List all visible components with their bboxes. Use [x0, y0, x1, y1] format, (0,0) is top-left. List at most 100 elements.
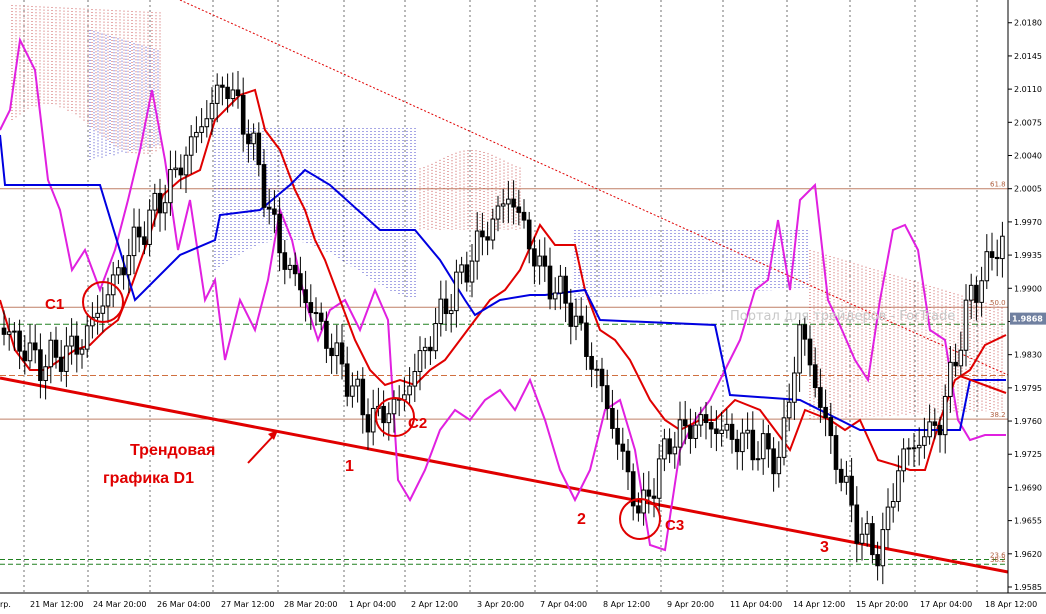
chart-canvas: 61.850.038.223.638.2 C1C2C3123Трендоваяг…: [0, 0, 1046, 609]
x-tick-label: 28 Mar 20:00: [284, 600, 337, 609]
y-tick-label: 2.0110: [1014, 85, 1042, 94]
candle-body: [615, 427, 620, 445]
candle-body: [64, 345, 69, 372]
candle-body: [542, 255, 548, 267]
candle-body: [937, 424, 943, 436]
wave-3-label: 3: [820, 539, 829, 556]
candle-body: [786, 401, 792, 419]
candle-body: [428, 346, 433, 352]
candle-body: [922, 436, 927, 446]
candle-body: [277, 213, 282, 254]
current-price-label: 1.9868: [1012, 315, 1043, 324]
candle-body: [298, 273, 303, 291]
candle-body: [365, 414, 371, 433]
candle-body: [391, 398, 397, 415]
x-tick-label: 2 Apr 12:00: [411, 600, 458, 609]
candle-body: [948, 361, 953, 397]
candle-body: [173, 167, 178, 171]
fib-level-label: 61.8: [990, 181, 1006, 189]
wave-2-label: 2: [577, 511, 586, 528]
candle-body: [448, 310, 454, 315]
candle-body: [17, 330, 22, 352]
candle-body: [22, 350, 28, 362]
candle-body: [698, 414, 704, 426]
candle-body: [672, 446, 678, 455]
candle-body: [308, 302, 314, 314]
candle-body: [490, 218, 496, 241]
x-tick-label: 9 Apr 20:00: [667, 600, 714, 609]
candle-body: [620, 443, 626, 452]
candle-body: [225, 86, 230, 100]
candle-body: [407, 385, 412, 396]
candle-body: [126, 255, 132, 276]
candle-body: [282, 252, 288, 270]
candle-body: [214, 84, 220, 104]
candle-body: [563, 275, 568, 304]
x-tick-label: 14 Apr 12:00: [793, 600, 845, 609]
candle-body: [230, 89, 236, 100]
candle-body: [84, 325, 90, 350]
y-tick-label: 1.9795: [1014, 384, 1042, 393]
candle-body: [662, 438, 667, 460]
candle-body: [360, 378, 366, 416]
trend-caption-line2: графика D1: [103, 470, 194, 487]
candle-body: [1000, 235, 1005, 260]
candle-body: [833, 435, 839, 470]
candle-body: [646, 489, 652, 497]
candle-body: [100, 305, 106, 314]
candle-body: [927, 421, 932, 438]
c1-label: C1: [45, 296, 64, 313]
y-tick-label: 1.9900: [1014, 284, 1042, 293]
candle-body: [625, 450, 631, 473]
candle-body: [355, 378, 360, 387]
candle-body: [261, 164, 267, 208]
candle-body: [994, 256, 1000, 260]
candle-body: [58, 356, 64, 372]
y-tick-label: 2.0040: [1014, 152, 1042, 161]
candle-body: [729, 423, 735, 440]
candle-body: [370, 407, 376, 433]
candle-body: [183, 154, 189, 176]
candle-body: [38, 349, 43, 382]
candle-body: [885, 506, 891, 531]
candle-body: [854, 504, 860, 544]
y-tick-label: 1.9760: [1014, 417, 1042, 426]
candle-body: [552, 292, 558, 300]
candle-body: [812, 364, 818, 389]
x-tick-label: 3 Apr 20:00: [477, 600, 524, 609]
candle-body: [568, 302, 574, 327]
candle-body: [740, 432, 745, 453]
candle-body: [412, 371, 418, 387]
candle-body: [750, 429, 756, 461]
candle-body: [136, 226, 142, 238]
x-tick-label: 17 Apr 04:00: [920, 600, 972, 609]
fib-level-label: 50.0: [990, 299, 1006, 307]
candle-body: [116, 267, 121, 276]
candle-body: [901, 448, 906, 472]
candle-body: [844, 475, 849, 483]
candle-body: [916, 444, 922, 449]
candle-body: [979, 280, 984, 303]
candle-body: [147, 209, 152, 245]
y-tick-label: 1.9935: [1014, 251, 1042, 260]
candle-body: [693, 424, 698, 439]
candle-body: [714, 428, 719, 435]
candle-body: [188, 136, 194, 156]
candle-body: [963, 299, 969, 351]
candle-body: [469, 260, 475, 283]
y-tick-label: 2.0180: [1014, 19, 1042, 28]
candle-body: [838, 468, 844, 483]
trend-caption-line1: Трендовая: [130, 442, 215, 459]
c3-label: C3: [665, 517, 684, 534]
candle-body: [292, 264, 298, 275]
candle-body: [968, 284, 974, 301]
candle-body: [828, 417, 834, 437]
candle-body: [942, 395, 948, 436]
candle-body: [818, 387, 823, 408]
fib-level-label: 38.2: [990, 411, 1006, 419]
candle-body: [875, 554, 880, 567]
candle-body: [958, 349, 964, 367]
candle-body: [157, 192, 163, 214]
candle-body: [1, 327, 7, 335]
candle-body: [474, 230, 480, 262]
